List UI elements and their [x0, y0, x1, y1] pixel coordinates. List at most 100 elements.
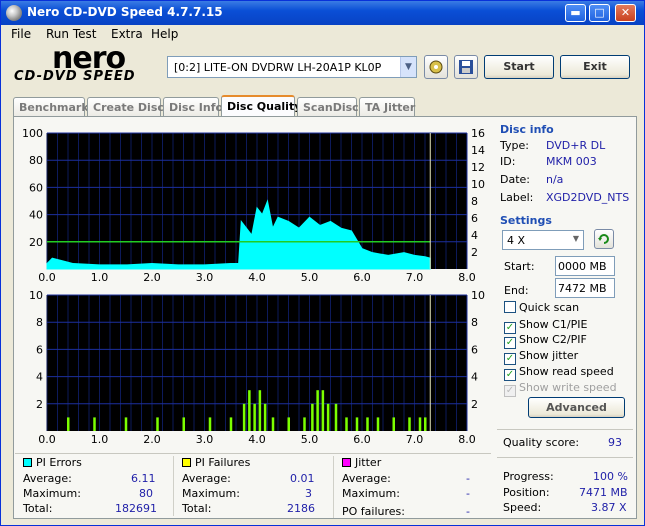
minimize-button[interactable]: ▬ [565, 4, 586, 22]
pi-failures-bar [258, 390, 262, 431]
pi-failures-chart: 0.0 1.0 2.0 3.0 4.0 5.0 6.0 7.0 8.0 10 8 6 4 2 10 8 6 4 2 [13, 289, 493, 449]
y-left-tick-label: 80 [29, 154, 43, 167]
y-left-tick-label: 8 [36, 316, 43, 329]
disc-info-title: Disc info [500, 123, 554, 136]
show-c2-checkbox[interactable]: ✓ Show C2/PIF [504, 333, 587, 349]
pi-failures-bar [67, 417, 70, 431]
pi-failures-bar [424, 417, 427, 431]
x-tick-label: 3.0 [196, 271, 214, 284]
menu-help[interactable]: Help [151, 27, 178, 41]
jitter-maximum-key: Maximum: [342, 487, 400, 500]
jitter-maximum-value: - [466, 487, 470, 500]
y-right-tick-label: 12 [471, 161, 485, 174]
pi-errors-title-row: PI Errors [23, 456, 82, 469]
pi-errors-title: PI Errors [36, 456, 82, 469]
drive-select[interactable]: [0:2] LITE-ON DVDRW LH-20A1P KL0P ▼ [167, 56, 417, 78]
chevron-down-icon[interactable]: ▼ [400, 57, 416, 77]
tab-disc-info[interactable]: Disc Info [163, 97, 223, 116]
pi-failures-bar [303, 417, 306, 431]
quick-scan-checkbox[interactable]: Quick scan [504, 301, 579, 314]
y-right-tick-label: 16 [471, 127, 485, 140]
show-c1-checkbox[interactable]: ✓ Show C1/PIE [504, 318, 587, 334]
refresh-button[interactable] [594, 229, 614, 249]
y-left-tick-label: 100 [22, 127, 43, 140]
y-right-tick-label: 10 [471, 289, 485, 302]
nero-logo: nero CD-DVD SPEED [14, 41, 162, 89]
start-button[interactable]: Start [484, 55, 554, 79]
checkbox-box[interactable] [504, 301, 516, 313]
x-tick-label: 3.0 [196, 433, 214, 446]
end-input[interactable]: 7472 MB [555, 278, 615, 298]
pi-failures-bar [355, 417, 359, 431]
title-bar[interactable]: Nero CD-DVD Speed 4.7.7.15 ▬ □ ✕ [1, 1, 644, 25]
tab-disc-quality[interactable]: Disc Quality [221, 95, 301, 117]
tab-scandisc[interactable]: ScanDisc [297, 97, 359, 116]
pi-failures-bar [418, 417, 422, 431]
maximize-button[interactable]: □ [589, 4, 610, 22]
show-c2-label: Show C2/PIF [519, 333, 587, 346]
y-left-tick-label: 10 [29, 289, 43, 302]
menu-extra[interactable]: Extra [111, 27, 143, 41]
pi-failures-total-value: 2186 [287, 502, 315, 515]
quality-score-key: Quality score: [503, 436, 580, 449]
y-left-tick-label: 40 [29, 209, 43, 222]
checkmark-icon: ✓ [504, 385, 516, 397]
y-right-tick-label: 8 [471, 316, 478, 329]
po-failures-value: - [466, 505, 470, 518]
exit-button[interactable]: Exit [560, 55, 630, 79]
y-left-tick-label: 60 [29, 181, 43, 194]
disc-label-key: Label: [500, 191, 534, 204]
tab-create-disc[interactable]: Create Disc [87, 97, 164, 116]
tab-benchmark[interactable]: Benchmark [13, 97, 89, 116]
show-read-speed-checkbox[interactable]: ✓ Show read speed [504, 365, 614, 381]
pi-failures-bar [408, 417, 411, 431]
checkmark-icon[interactable]: ✓ [504, 369, 516, 381]
close-button[interactable]: ✕ [615, 4, 636, 22]
x-tick-label: 8.0 [458, 433, 476, 446]
save-button[interactable] [454, 55, 478, 79]
pi-errors-maximum-key: Maximum: [23, 487, 81, 500]
disc-eject-icon [429, 60, 443, 74]
checkmark-icon[interactable]: ✓ [504, 337, 516, 349]
pi-failures-bar [93, 417, 96, 431]
chevron-down-icon[interactable]: ▼ [573, 234, 579, 243]
start-input[interactable]: 0000 MB [555, 256, 615, 276]
pi-failures-bar [326, 403, 330, 431]
speed-select[interactable]: 4 X ▼ [502, 230, 584, 250]
x-tick-label: 1.0 [91, 271, 109, 284]
pi-failures-bar [366, 417, 369, 431]
position-key: Position: [503, 486, 550, 499]
eject-button[interactable] [424, 55, 448, 79]
y-left-tick-label: 20 [29, 236, 43, 249]
divider [15, 453, 491, 454]
pi-errors-average-value: 6.11 [131, 472, 156, 485]
x-tick-label: 4.0 [248, 271, 266, 284]
menu-run-test[interactable]: Run Test [46, 27, 96, 41]
x-tick-label: 5.0 [301, 271, 319, 284]
pi-errors-maximum-value: 80 [139, 487, 153, 500]
pi-failures-bar [124, 417, 128, 431]
show-jitter-checkbox[interactable]: ✓ Show jitter [504, 349, 578, 365]
y-right-tick-label: 8 [471, 195, 478, 208]
pi-failures-bar [208, 417, 212, 431]
start-key: Start: [504, 260, 535, 273]
disc-type-value: DVD+R DL [546, 139, 606, 152]
pi-failures-group: PI Failures Average: 0.01 Maximum: 3 Tot… [173, 456, 323, 516]
pi-failures-maximum-key: Maximum: [182, 487, 240, 500]
pi-failures-bar [263, 403, 267, 431]
checkmark-icon[interactable]: ✓ [504, 353, 516, 365]
menu-file[interactable]: File [11, 27, 31, 41]
jitter-average-key: Average: [342, 472, 391, 485]
refresh-icon [598, 234, 609, 244]
x-tick-label: 5.0 [301, 433, 319, 446]
pi-failures-bar [229, 417, 233, 431]
pi-failures-title-row: PI Failures [182, 456, 250, 469]
pi-failures-bar [376, 417, 380, 431]
y-right-tick-label: 2 [471, 398, 478, 411]
disc-id-key: ID: [500, 155, 516, 168]
advanced-button[interactable]: Advanced [528, 397, 625, 418]
x-tick-label: 8.0 [458, 271, 476, 284]
disc-date-key: Date: [500, 173, 530, 186]
y-right-tick-label: 6 [471, 212, 478, 225]
tab-ta-jitter[interactable]: TA Jitter [359, 97, 415, 116]
